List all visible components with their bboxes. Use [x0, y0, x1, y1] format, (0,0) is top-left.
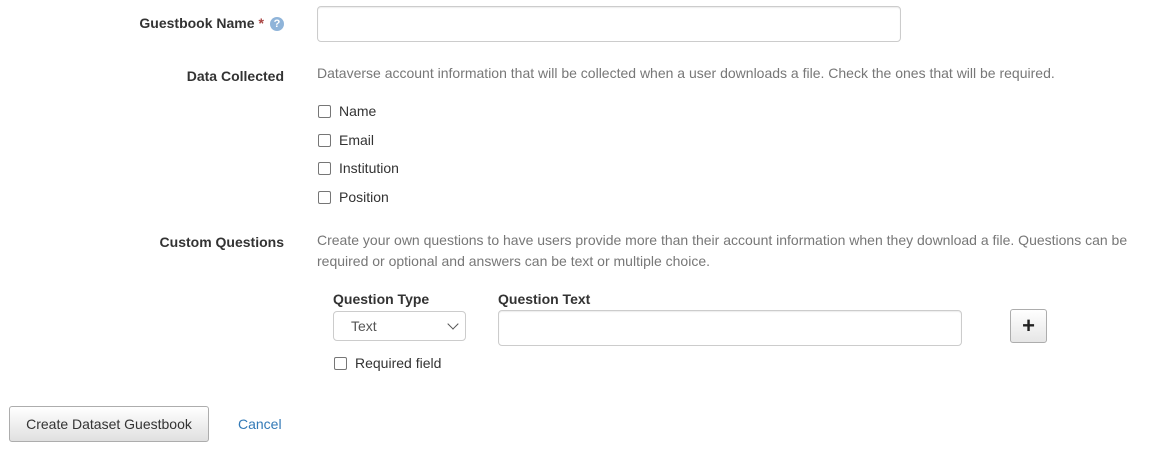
position-checkbox[interactable] — [318, 190, 331, 204]
question-type-select[interactable]: Text — [333, 311, 466, 341]
help-icon[interactable]: ? — [270, 17, 284, 31]
question-type-header: Question Type — [333, 291, 430, 307]
custom-questions-help: Create your own questions to have users … — [317, 230, 1167, 272]
guestbook-name-input[interactable] — [317, 6, 901, 42]
required-asterisk: * — [258, 15, 264, 31]
guestbook-name-label-text: Guestbook Name — [139, 15, 255, 31]
data-collected-label: Data Collected — [186, 68, 284, 84]
required-field-checkbox[interactable] — [334, 356, 347, 370]
question-type-selected: Text — [351, 318, 377, 334]
guestbook-name-label: Guestbook Name *? — [84, 15, 284, 31]
email-checkbox-label: Email — [339, 132, 375, 148]
add-question-button[interactable]: + — [1010, 309, 1047, 343]
checkbox-institution-row[interactable]: Institution — [317, 160, 399, 176]
question-text-input[interactable] — [498, 310, 962, 346]
data-collected-help: Dataverse account information that will … — [317, 65, 1055, 81]
plus-icon: + — [1022, 313, 1035, 338]
email-checkbox[interactable] — [318, 133, 331, 147]
create-guestbook-button[interactable]: Create Dataset Guestbook — [9, 406, 209, 442]
checkbox-position-row[interactable]: Position — [317, 189, 389, 205]
checkbox-name-row[interactable]: Name — [317, 103, 376, 119]
custom-questions-help-line1: Create your own questions to have users … — [317, 232, 1128, 248]
institution-checkbox[interactable] — [318, 161, 331, 175]
custom-questions-label: Custom Questions — [159, 234, 284, 250]
name-checkbox-label: Name — [339, 103, 377, 119]
name-checkbox[interactable] — [318, 104, 331, 118]
question-text-header: Question Text — [498, 291, 591, 307]
checkbox-email-row[interactable]: Email — [317, 132, 374, 148]
required-field-label: Required field — [355, 355, 442, 371]
cancel-link[interactable]: Cancel — [238, 416, 282, 432]
custom-questions-help-line2: required or optional and answers can be … — [317, 253, 710, 269]
required-field-row[interactable]: Required field — [333, 355, 441, 371]
position-checkbox-label: Position — [339, 189, 389, 205]
institution-checkbox-label: Institution — [339, 160, 399, 176]
chevron-down-icon — [447, 318, 459, 330]
